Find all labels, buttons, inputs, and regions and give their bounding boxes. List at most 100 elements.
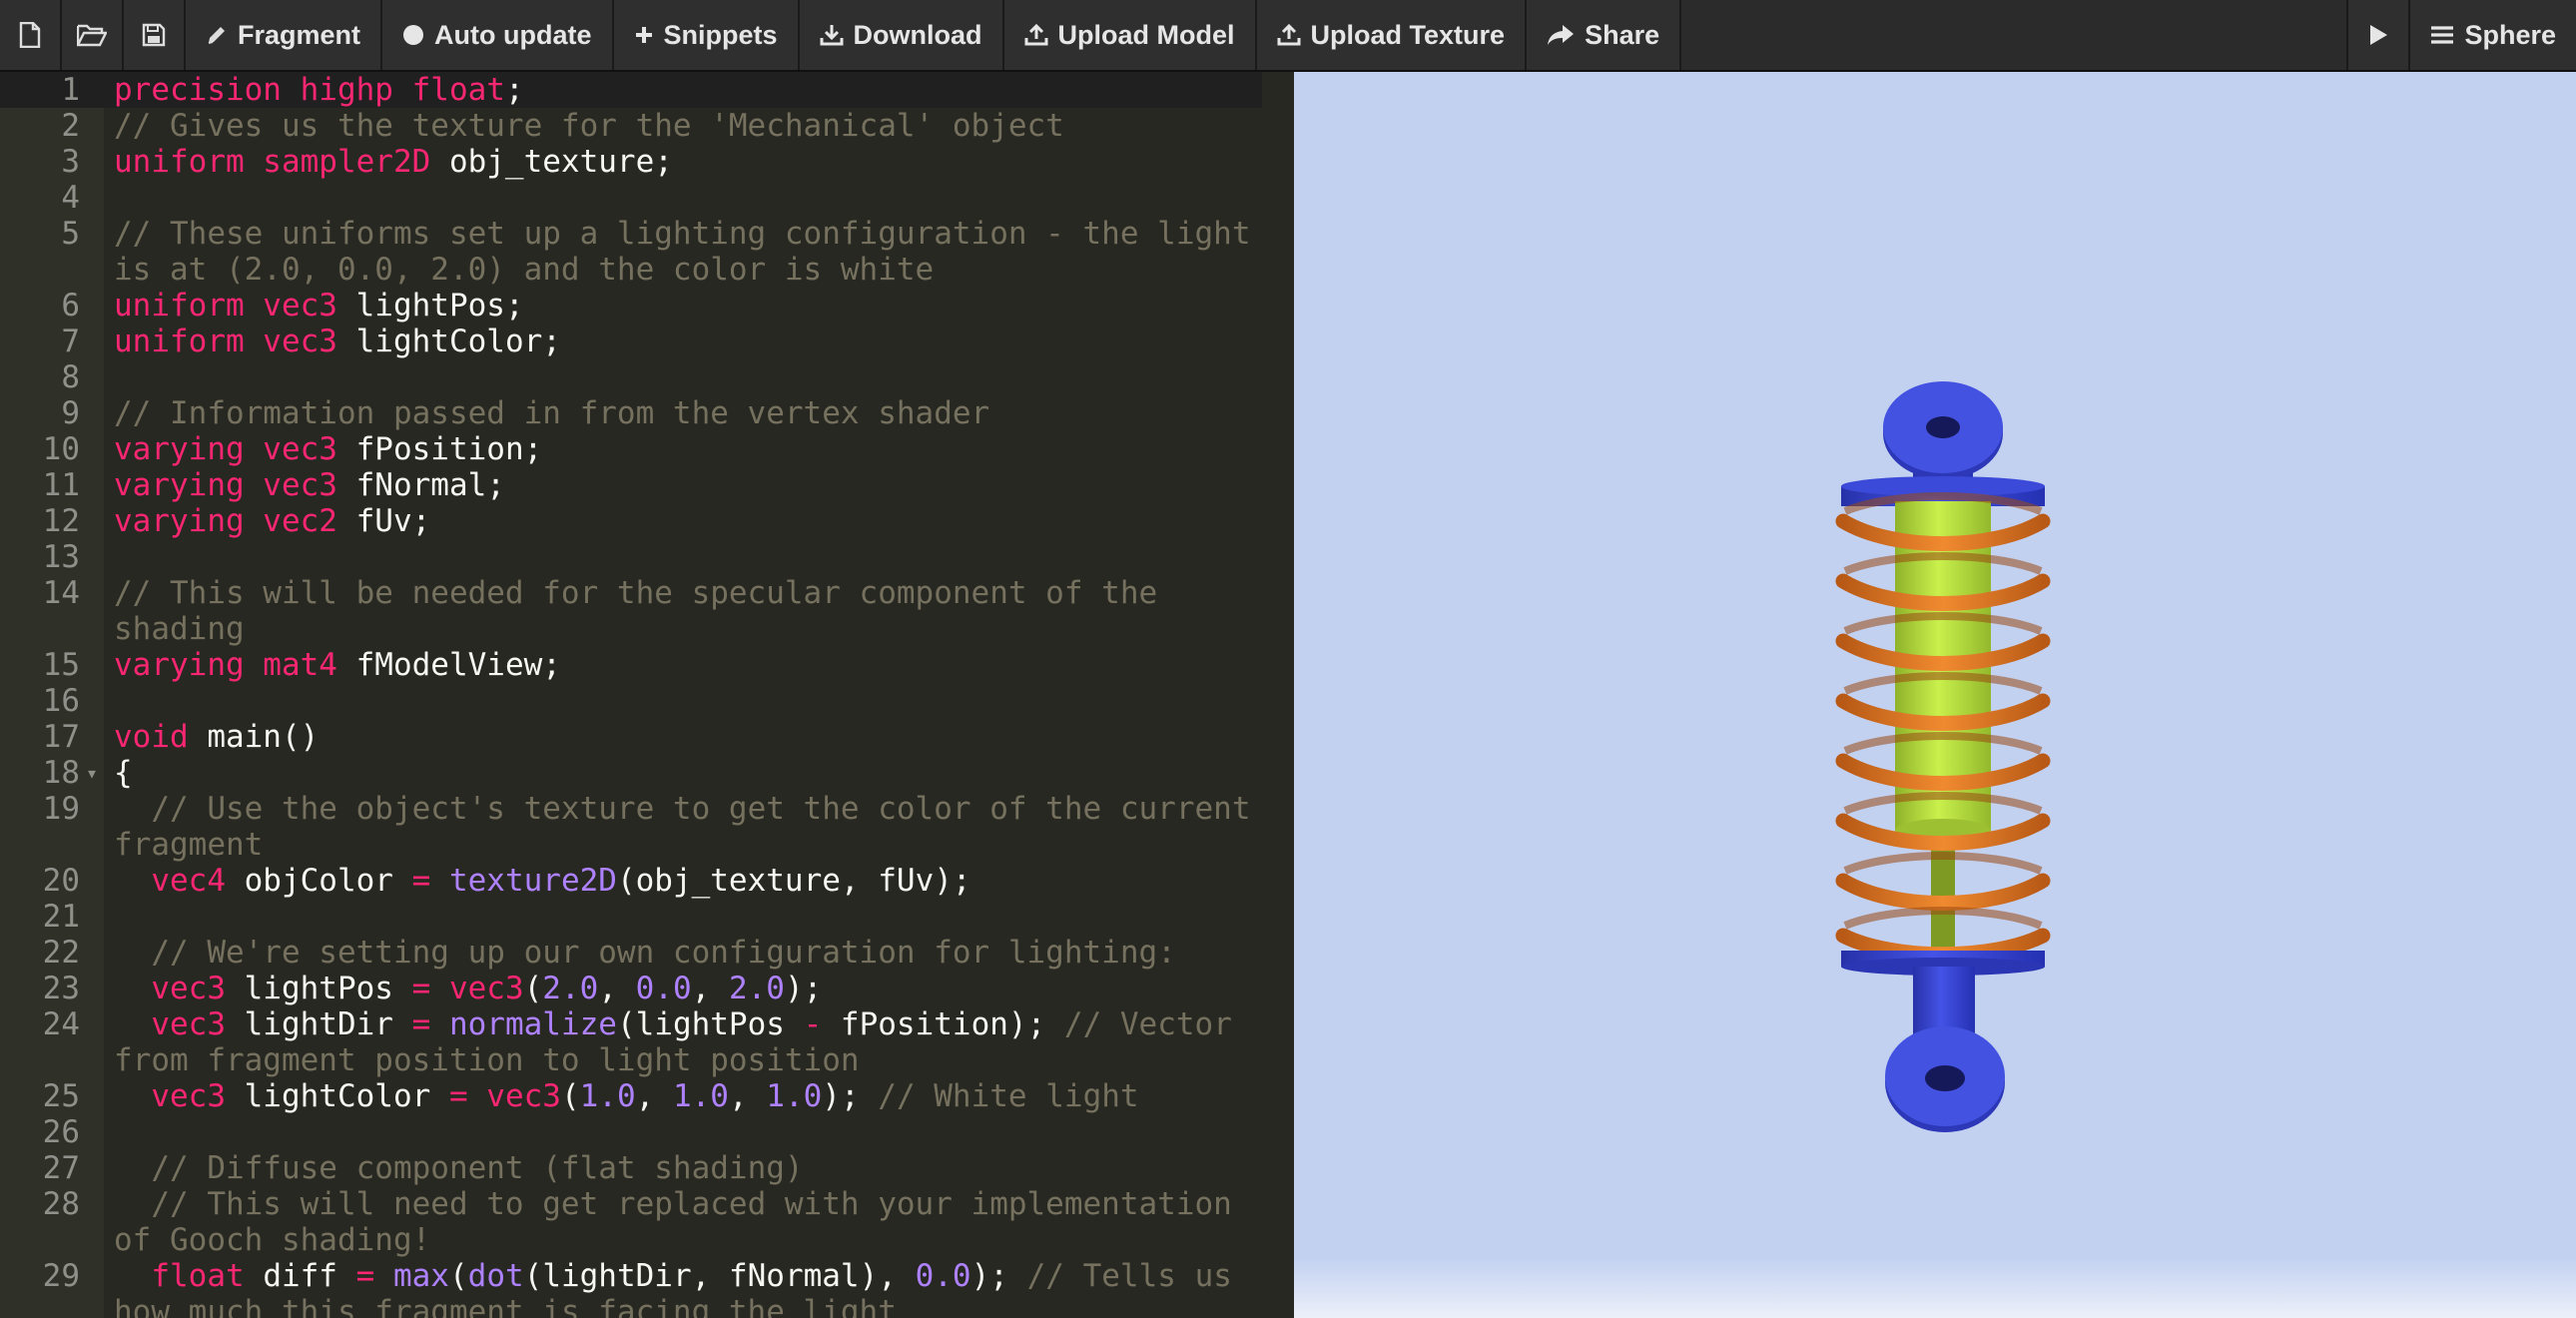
code-lines[interactable]: 1 precision highp float; 2// Gives us the … bbox=[0, 72, 1294, 1318]
code-line[interactable]: 8​ bbox=[0, 359, 1294, 395]
code-text[interactable]: vec3 lightDir = normalize(lightPos - fPo… bbox=[104, 1006, 1262, 1078]
code-text[interactable]: ​ bbox=[104, 899, 1262, 935]
upload-model-button[interactable]: Upload Model bbox=[1003, 0, 1257, 70]
code-line[interactable]: 23 vec3 lightPos = vec3(2.0, 0.0, 2.0); bbox=[0, 971, 1294, 1006]
code-token: lightDir bbox=[225, 1006, 412, 1042]
code-line[interactable]: 9 // Information passed in from the verte… bbox=[0, 395, 1294, 431]
code-token: ( bbox=[560, 1078, 580, 1114]
code-text[interactable]: precision highp float; bbox=[104, 72, 1262, 108]
code-text[interactable]: varying vec2 fUv; bbox=[104, 503, 1262, 539]
code-text[interactable]: // Diffuse component (flat shading) bbox=[104, 1150, 1262, 1186]
upload-icon bbox=[1277, 24, 1301, 46]
code-line[interactable]: 24 vec3 lightDir = normalize(lightPos - … bbox=[0, 1006, 1294, 1078]
code-text[interactable]: varying vec3 fPosition; bbox=[104, 431, 1262, 467]
code-token: vec3 bbox=[151, 971, 226, 1006]
code-token: ); bbox=[784, 971, 823, 1006]
code-line[interactable]: 29 float diff = max(dot(lightDir, fNorma… bbox=[0, 1258, 1294, 1318]
code-line[interactable]: 7 uniform vec3 lightColor; bbox=[0, 324, 1294, 359]
code-line[interactable]: 26 ​ bbox=[0, 1114, 1294, 1150]
line-number: 1 bbox=[0, 72, 104, 108]
code-text[interactable]: ​ bbox=[104, 1114, 1262, 1150]
code-token: = bbox=[411, 1006, 431, 1042]
code-editor[interactable]: 1 precision highp float; 2// Gives us the … bbox=[0, 72, 1294, 1318]
code-text[interactable]: varying mat4 fModelView; bbox=[104, 647, 1262, 683]
code-text[interactable]: // This will need to get replaced with y… bbox=[104, 1186, 1262, 1258]
code-line[interactable]: 5 // These uniforms set up a lighting con… bbox=[0, 216, 1294, 288]
code-line[interactable]: 14 // This will be needed for the specula… bbox=[0, 575, 1294, 647]
code-line[interactable]: 22 // We're setting up our own configura… bbox=[0, 935, 1294, 971]
plus-icon bbox=[634, 25, 654, 45]
code-line[interactable]: 11 varying vec3 fNormal; bbox=[0, 467, 1294, 503]
open-file-button[interactable] bbox=[62, 0, 124, 70]
line-number: 10 bbox=[42, 431, 80, 467]
line-number[interactable]: 18 bbox=[0, 755, 104, 791]
code-line[interactable]: 19 // Use the object's texture to get th… bbox=[0, 791, 1294, 863]
code-text[interactable]: // Use the object's texture to get the c… bbox=[104, 791, 1262, 863]
code-line[interactable]: 3 uniform sampler2D obj_texture; bbox=[0, 144, 1294, 180]
code-line[interactable]: 16 ​ bbox=[0, 683, 1294, 719]
code-text[interactable]: // Information passed in from the vertex… bbox=[104, 395, 1262, 431]
code-line[interactable]: 13 ​ bbox=[0, 539, 1294, 575]
code-token: precision highp float bbox=[114, 72, 505, 108]
code-token: ); bbox=[822, 1078, 879, 1114]
code-text[interactable]: ​ bbox=[104, 539, 1262, 575]
code-line[interactable]: 15 varying mat4 fModelView; bbox=[0, 647, 1294, 683]
code-token: // This will need to get replaced with y… bbox=[114, 1186, 1251, 1258]
line-number: 16 bbox=[42, 683, 80, 719]
code-text[interactable]: // These uniforms set up a lighting conf… bbox=[104, 216, 1262, 288]
code-text[interactable]: vec3 lightColor = vec3(1.0, 1.0, 1.0); /… bbox=[104, 1078, 1262, 1114]
code-line[interactable]: 6 uniform vec3 lightPos; bbox=[0, 288, 1294, 324]
render-viewport[interactable] bbox=[1294, 72, 2576, 1318]
model-menu-button[interactable]: Sphere bbox=[2408, 0, 2576, 70]
snippets-button[interactable]: Snippets bbox=[613, 0, 800, 70]
code-text[interactable]: uniform sampler2D obj_texture; bbox=[104, 144, 1262, 180]
code-text[interactable]: ​ bbox=[104, 180, 1262, 216]
code-token: (lightPos bbox=[616, 1006, 804, 1042]
code-line[interactable]: 21 ​ bbox=[0, 899, 1294, 935]
run-button[interactable] bbox=[2346, 0, 2409, 70]
code-token: float bbox=[151, 1258, 245, 1294]
code-text[interactable]: uniform vec3 lightPos; bbox=[104, 288, 1262, 324]
code-text[interactable]: vec4 objColor = texture2D(obj_texture, f… bbox=[104, 863, 1262, 899]
fragment-button[interactable]: Fragment bbox=[186, 0, 383, 70]
code-text[interactable]: // This will be needed for the specular … bbox=[104, 575, 1262, 647]
code-line[interactable]: 12 varying vec2 fUv; bbox=[0, 503, 1294, 539]
upload-texture-button[interactable]: Upload Texture bbox=[1256, 0, 1528, 70]
code-token: normalize bbox=[448, 1006, 617, 1042]
code-text[interactable]: void main() bbox=[104, 719, 1262, 755]
code-token: varying vec3 bbox=[114, 467, 337, 503]
auto-update-button[interactable]: Auto update bbox=[382, 0, 614, 70]
code-token: fUv; bbox=[336, 503, 431, 539]
code-line[interactable]: 4​ bbox=[0, 180, 1294, 216]
code-line[interactable]: 17 void main() bbox=[0, 719, 1294, 755]
code-line[interactable]: 28 // This will need to get replaced wit… bbox=[0, 1186, 1294, 1258]
code-text[interactable]: { bbox=[104, 755, 1262, 791]
code-text[interactable]: // We're setting up our own configuratio… bbox=[104, 935, 1262, 971]
code-text[interactable]: // Gives us the texture for the 'Mechani… bbox=[104, 108, 1262, 144]
code-token: objColor bbox=[225, 863, 412, 899]
line-number: 15 bbox=[42, 647, 80, 683]
new-file-button[interactable] bbox=[0, 0, 62, 70]
code-line[interactable]: 1 precision highp float; bbox=[0, 72, 1294, 108]
code-text[interactable]: ​ bbox=[104, 683, 1262, 719]
line-number: 25 bbox=[42, 1078, 80, 1114]
code-line[interactable]: 20 vec4 objColor = texture2D(obj_texture… bbox=[0, 863, 1294, 899]
code-text[interactable]: uniform vec3 lightColor; bbox=[104, 324, 1262, 359]
download-button[interactable]: Download bbox=[799, 0, 1004, 70]
code-token: , bbox=[635, 1078, 673, 1114]
code-text[interactable]: vec3 lightPos = vec3(2.0, 0.0, 2.0); bbox=[104, 971, 1262, 1006]
code-line[interactable]: 2 // Gives us the texture for the 'Mechan… bbox=[0, 108, 1294, 144]
code-text[interactable]: float diff = max(dot(lightDir, fNormal),… bbox=[104, 1258, 1262, 1318]
code-token: // We're setting up our own configuratio… bbox=[151, 935, 1176, 971]
code-text[interactable]: varying vec3 fNormal; bbox=[104, 467, 1262, 503]
code-text[interactable]: ​ bbox=[104, 359, 1262, 395]
share-button[interactable]: Share bbox=[1527, 0, 1682, 70]
code-line[interactable]: 10 varying vec3 fPosition; bbox=[0, 431, 1294, 467]
code-line[interactable]: 27 // Diffuse component (flat shading) bbox=[0, 1150, 1294, 1186]
code-line[interactable]: 25 vec3 lightColor = vec3(1.0, 1.0, 1.0)… bbox=[0, 1078, 1294, 1114]
save-button[interactable] bbox=[124, 0, 186, 70]
share-arrow-icon bbox=[1547, 24, 1575, 46]
code-line[interactable]: 18 { bbox=[0, 755, 1294, 791]
